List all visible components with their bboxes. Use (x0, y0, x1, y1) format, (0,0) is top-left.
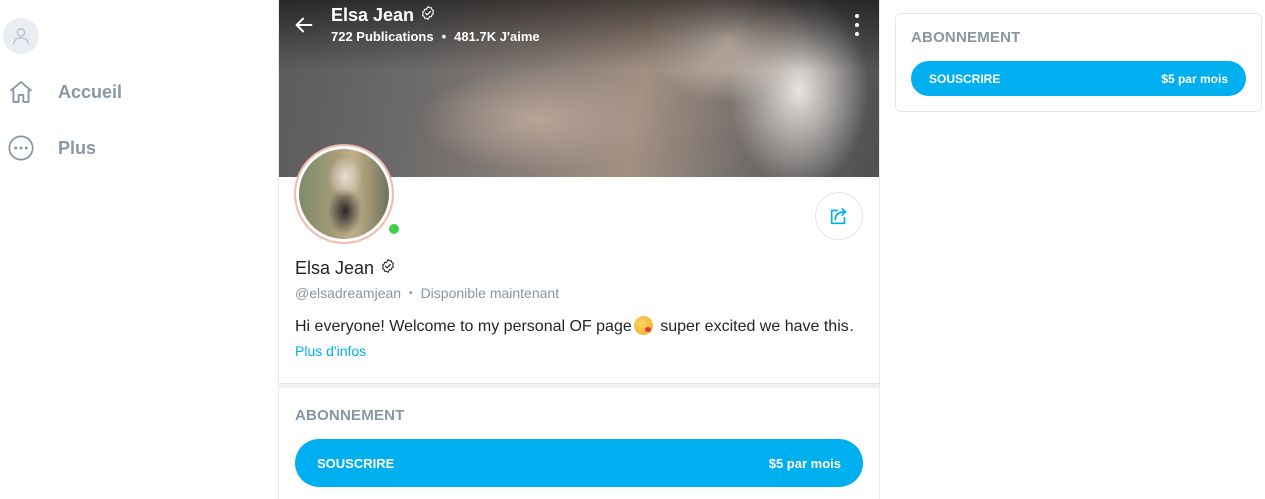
profile-meta: @elsadreamjean • Disponible maintenant (295, 285, 559, 301)
profile-name-text: Elsa Jean (295, 258, 375, 278)
more-circle-icon (6, 133, 36, 163)
sidebar-item-accueil[interactable]: Accueil (6, 76, 122, 108)
profile-avatar[interactable] (294, 144, 402, 244)
left-sidebar: Accueil Plus (0, 0, 278, 499)
online-status-indicator (386, 221, 402, 237)
availability-status: Disponible maintenant (420, 285, 560, 301)
user-avatar[interactable] (3, 18, 39, 54)
cover-header: Elsa Jean 722 Publications • 481.7K J'ai… (279, 0, 879, 50)
profile-bio: Hi everyone! Welcome to my personal OF p… (295, 316, 855, 336)
header-profile-name: Elsa Jean (331, 5, 436, 26)
bio-text-start: Hi everyone! Welcome to my personal OF p… (295, 318, 632, 335)
more-info-link[interactable]: Plus d'infos (295, 343, 366, 359)
subscription-title: ABONNEMENT (911, 29, 1021, 46)
profile-column: Elsa Jean 722 Publications • 481.7K J'ai… (278, 0, 880, 499)
publications-count: 722 Publications (331, 29, 434, 44)
profile-handle: @elsadreamjean (295, 285, 402, 301)
back-button[interactable] (291, 12, 317, 38)
separator-dot: • (441, 29, 447, 44)
subscribe-button-label: SOUSCRIRE (929, 71, 1001, 86)
subscribe-price: $5 par mois (1161, 71, 1228, 86)
arrow-left-icon (295, 17, 313, 33)
subscription-card: ABONNEMENT SOUSCRIRE $5 par mois (895, 13, 1262, 112)
subscription-title: ABONNEMENT (295, 407, 405, 424)
share-button[interactable] (815, 192, 863, 240)
sidebar-item-label: Accueil (58, 81, 123, 102)
subscribe-button[interactable]: SOUSCRIRE $5 par mois (295, 439, 863, 487)
sidebar-item-plus[interactable]: Plus (6, 132, 96, 164)
profile-name: Elsa Jean (295, 258, 396, 279)
section-divider (279, 383, 879, 388)
dot (855, 32, 859, 36)
more-options-button[interactable] (847, 14, 867, 36)
likes-count: 481.7K J'aime (454, 29, 540, 44)
separator-dot: • (409, 287, 413, 299)
share-icon (830, 207, 847, 225)
header-stats: 722 Publications • 481.7K J'aime (331, 29, 540, 44)
verified-icon (380, 258, 396, 279)
dot (855, 23, 859, 27)
dot (855, 14, 859, 18)
bio-text-end: super excited we have this… (655, 318, 855, 335)
kissing-face-emoji-icon (633, 316, 653, 335)
profile-photo (299, 149, 389, 239)
sidebar-item-label: Plus (58, 137, 97, 158)
user-icon (12, 27, 30, 45)
subscribe-button[interactable]: SOUSCRIRE $5 par mois (911, 61, 1246, 96)
header-name-text: Elsa Jean (331, 5, 415, 25)
verified-icon (420, 5, 436, 26)
subscribe-price: $5 par mois (768, 455, 841, 471)
subscribe-button-label: SOUSCRIRE (317, 455, 395, 471)
home-icon (6, 77, 36, 107)
